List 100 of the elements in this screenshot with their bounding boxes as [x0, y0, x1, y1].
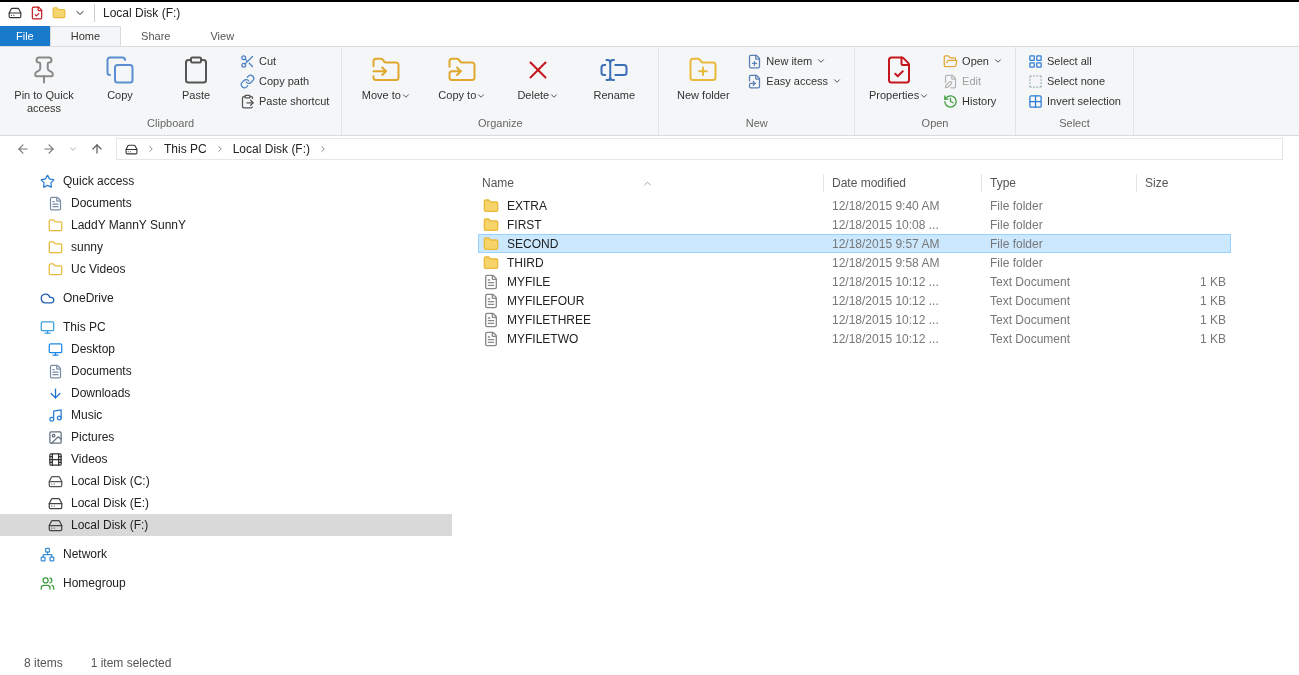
- forward-icon[interactable]: [42, 142, 56, 156]
- ribbon-button[interactable]: New item: [743, 51, 847, 71]
- column-header[interactable]: Type: [981, 174, 1136, 192]
- ribbon-icon: [943, 93, 959, 109]
- chevron-icon: [146, 144, 156, 154]
- nav-icon: [40, 575, 55, 591]
- file-row[interactable]: MYFILEFOUR 12/18/2015 10:12 ... Text Document 1 KB: [478, 291, 1231, 310]
- nav-item[interactable]: Local Disk (C:): [0, 470, 452, 492]
- file-name: EXTRA: [507, 198, 547, 215]
- type-cell-text: Text Document: [989, 312, 1072, 329]
- file-row[interactable]: SECOND 12/18/2015 9:57 AM File folder: [478, 234, 1231, 253]
- column-header[interactable]: Name: [478, 174, 823, 192]
- nav-item[interactable]: Documents: [0, 360, 452, 382]
- nav-item[interactable]: sunny: [0, 236, 452, 258]
- file-row[interactable]: MYFILE 12/18/2015 10:12 ... Text Document 1 KB: [478, 272, 1231, 291]
- file-row[interactable]: FIRST 12/18/2015 10:08 ... File folder: [478, 215, 1231, 234]
- date-cell-text: 12/18/2015 10:08 ...: [831, 217, 940, 234]
- nav-item[interactable]: Documents: [0, 192, 452, 214]
- date-cell-text: 12/18/2015 9:57 AM: [831, 236, 941, 253]
- column-header[interactable]: Size: [1136, 174, 1231, 192]
- nav-item[interactable]: Music: [0, 404, 452, 426]
- nav-item[interactable]: Local Disk (E:): [0, 492, 452, 514]
- ribbon-button[interactable]: Select none: [1024, 71, 1125, 91]
- document-icon: [483, 331, 499, 347]
- ribbon-button[interactable]: Cut: [236, 51, 334, 71]
- ribbon-button[interactable]: Delete: [502, 51, 575, 102]
- ribbon-icon: [240, 53, 255, 69]
- folder-icon: [483, 236, 499, 252]
- nav-icon: [48, 195, 63, 211]
- ribbon-icon: [943, 73, 959, 89]
- size-cell: 1 KB: [1200, 275, 1226, 289]
- ribbon-icon: [1028, 53, 1043, 69]
- file-name: FIRST: [507, 217, 542, 234]
- nav-icon: [40, 546, 55, 562]
- nav-item[interactable]: Downloads: [0, 382, 452, 404]
- nav-item[interactable]: Local Disk (F:): [0, 514, 452, 536]
- breadcrumb[interactable]: Local Disk (F:): [232, 140, 311, 158]
- nav-item[interactable]: Pictures: [0, 426, 452, 448]
- document-icon: [483, 293, 499, 309]
- nav-item[interactable]: Uc Videos: [0, 258, 452, 280]
- ribbon-button[interactable]: Open: [939, 51, 1007, 71]
- nav-item[interactable]: Homegroup: [0, 572, 452, 594]
- file-row[interactable]: MYFILETWO 12/18/2015 10:12 ... Text Document 1 KB: [478, 329, 1231, 348]
- date-cell-text: 12/18/2015 10:12 ...: [831, 274, 940, 291]
- breadcrumb[interactable]: This PC: [164, 140, 207, 158]
- date-cell-text: 12/18/2015 10:12 ...: [831, 331, 940, 348]
- up-icon[interactable]: [90, 142, 104, 156]
- nav-item[interactable]: This PC: [0, 316, 452, 338]
- nav-icon: [48, 341, 63, 357]
- column-header[interactable]: Date modified: [823, 174, 981, 192]
- type-cell-text: File folder: [989, 255, 1044, 272]
- nav-item[interactable]: OneDrive: [0, 287, 452, 309]
- nav-item[interactable]: Quick access: [0, 170, 452, 192]
- ribbon-button[interactable]: Move to: [350, 51, 423, 102]
- ribbon-button[interactable]: Invert selection: [1024, 91, 1125, 111]
- ribbon-button[interactable]: Paste: [160, 51, 232, 102]
- ribbon-tab[interactable]: View: [190, 26, 255, 46]
- nav-item[interactable]: Network: [0, 543, 452, 565]
- ribbon-tab[interactable]: Home: [49, 26, 122, 46]
- nav-item[interactable]: LaddY MannY SunnY: [0, 214, 452, 236]
- group-label: New: [744, 115, 769, 131]
- ribbon-icon: [747, 73, 763, 89]
- date-cell-text: 12/18/2015 10:12 ...: [831, 312, 940, 329]
- properties-icon[interactable]: [30, 6, 44, 20]
- type-cell-text: File folder: [989, 236, 1044, 253]
- ribbon-button[interactable]: Copy to: [426, 51, 499, 102]
- nav-icon: [48, 517, 63, 533]
- file-row[interactable]: EXTRA 12/18/2015 9:40 AM File folder: [478, 196, 1231, 215]
- date-cell-text: 12/18/2015 10:12 ...: [831, 293, 940, 310]
- ribbon-button[interactable]: Rename: [578, 51, 651, 102]
- ribbon-icon: [1028, 93, 1043, 109]
- ribbon-button[interactable]: History: [939, 91, 1007, 111]
- ribbon-button[interactable]: Copy path: [236, 71, 334, 91]
- ribbon-button[interactable]: Paste shortcut: [236, 91, 334, 111]
- ribbon-icon: [240, 93, 255, 109]
- ribbon-button[interactable]: Properties: [863, 51, 936, 102]
- nav-item[interactable]: Desktop: [0, 338, 452, 360]
- ribbon-button[interactable]: Easy access: [743, 71, 847, 91]
- ribbon-icon: [943, 53, 959, 69]
- group-label: Clipboard: [146, 116, 196, 131]
- file-name: THIRD: [507, 255, 544, 272]
- ribbon-button[interactable]: Pin to Quick access: [8, 51, 80, 115]
- nav-icon: [48, 473, 63, 489]
- ribbon-tab[interactable]: File: [0, 26, 50, 46]
- file-row[interactable]: THIRD 12/18/2015 9:58 AM File folder: [478, 253, 1231, 272]
- nav-icon: [48, 261, 63, 277]
- ribbon-button[interactable]: Select all: [1024, 51, 1125, 71]
- ribbon-button[interactable]: New folder: [667, 51, 740, 102]
- date-cell-text: 12/18/2015 9:40 AM: [831, 198, 941, 215]
- document-icon: [483, 274, 499, 290]
- ribbon-button[interactable]: Copy: [84, 51, 156, 102]
- drive-icon: [8, 6, 22, 20]
- address-bar[interactable]: This PC Local Disk (F:): [116, 138, 1283, 160]
- nav-item[interactable]: Videos: [0, 448, 452, 470]
- ribbon-icon: [747, 53, 763, 69]
- back-icon[interactable]: [16, 142, 30, 156]
- group-label: Select: [1058, 115, 1091, 131]
- file-row[interactable]: MYFILETHREE 12/18/2015 10:12 ... Text Document 1 KB: [478, 310, 1231, 329]
- nav-icon: [40, 319, 55, 335]
- ribbon-tab[interactable]: Share: [121, 26, 191, 46]
